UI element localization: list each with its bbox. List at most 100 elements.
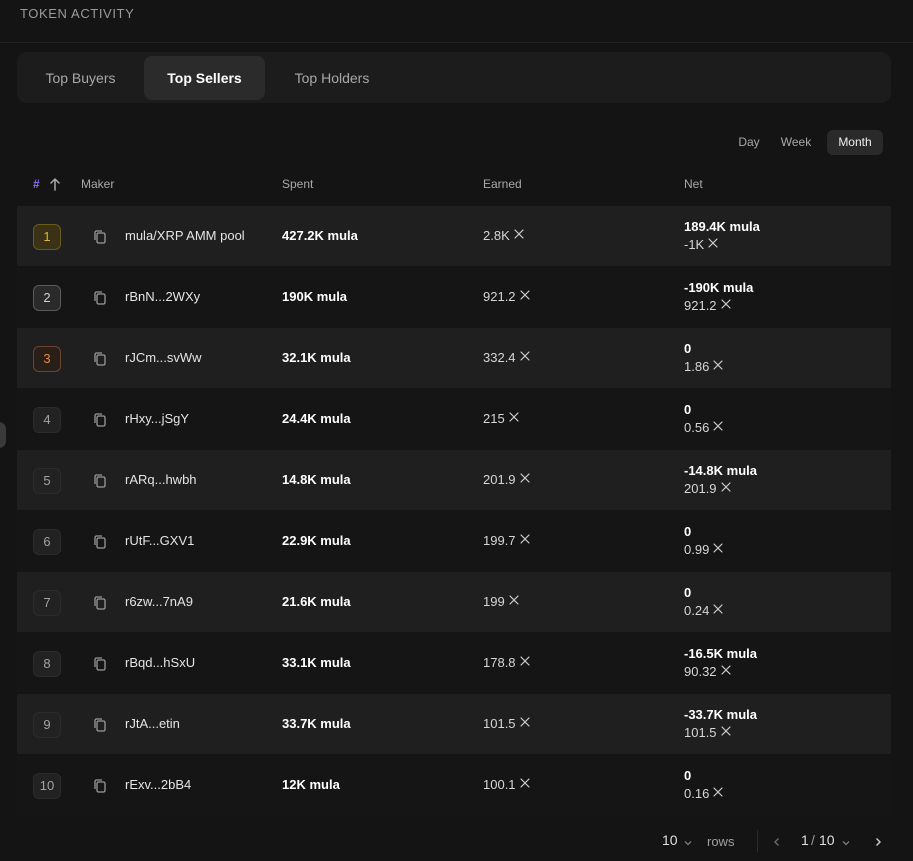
rank-badge: 7 xyxy=(33,590,61,616)
xrp-icon xyxy=(519,534,530,544)
header-divider xyxy=(0,42,913,43)
period-day[interactable]: Day xyxy=(731,130,767,155)
net-cell: -190K mula 921.2 xyxy=(684,279,753,315)
maker-address[interactable]: rARq...hwbh xyxy=(125,472,197,487)
copy-icon[interactable] xyxy=(93,229,107,245)
table-row[interactable]: 10 rExv...2bB4 12K mula 100.1 0 0.16 xyxy=(17,755,891,815)
table-row[interactable]: 3 rJCm...svWw 32.1K mula 332.4 0 1.86 xyxy=(17,328,891,388)
net-token-value: -33.7K mula xyxy=(684,707,757,722)
net-cell: 0 0.99 xyxy=(684,523,723,559)
tab-top-holders[interactable]: Top Holders xyxy=(271,56,393,100)
net-cell: 0 0.24 xyxy=(684,584,723,620)
spent-value: 32.1K mula xyxy=(282,350,351,365)
tab-bar: Top Buyers Top Sellers Top Holders xyxy=(17,52,891,103)
xrp-icon xyxy=(519,717,530,727)
net-xrp-value: 1.86 xyxy=(684,359,710,374)
copy-icon[interactable] xyxy=(93,717,107,733)
earned-value: 101.5 xyxy=(483,716,516,731)
table-row[interactable]: 5 rARq...hwbh 14.8K mula 201.9 -14.8K mula 20… xyxy=(17,450,891,510)
maker-address[interactable]: rBnN...2WXy xyxy=(125,289,200,304)
table-row[interactable]: 6 rUtF...GXV1 22.9K mula 199.7 0 0.99 xyxy=(17,511,891,571)
table-row[interactable]: 8 rBqd...hSxU 33.1K mula 178.8 -16.5K mula 90… xyxy=(17,633,891,693)
chevron-right-icon[interactable] xyxy=(873,837,883,847)
xrp-icon xyxy=(519,656,530,666)
table-row[interactable]: 2 rBnN...2WXy 190K mula 921.2 -190K mula 921.… xyxy=(17,267,891,327)
spent-value: 22.9K mula xyxy=(282,533,351,548)
maker-address[interactable]: rJtA...etin xyxy=(125,716,180,731)
copy-icon[interactable] xyxy=(93,290,107,306)
net-token-value: 0 xyxy=(684,585,692,600)
rows-label: rows xyxy=(707,834,735,849)
rank-badge: 8 xyxy=(33,651,61,677)
chevron-down-icon[interactable] xyxy=(683,838,693,848)
tab-top-sellers[interactable]: Top Sellers xyxy=(144,56,265,100)
copy-icon[interactable] xyxy=(93,595,107,611)
current-page[interactable]: 1 xyxy=(801,832,809,848)
spent-value: 33.1K mula xyxy=(282,655,351,670)
rank-badge: 2 xyxy=(33,285,61,311)
maker-address[interactable]: rHxy...jSgY xyxy=(125,411,189,426)
net-xrp-line: 90.32 xyxy=(684,663,757,681)
net-xrp-value: -1K xyxy=(684,237,705,252)
period-week[interactable]: Week xyxy=(773,130,819,155)
copy-icon[interactable] xyxy=(93,656,107,672)
earned-cell: 215 xyxy=(483,411,519,426)
maker-address[interactable]: rUtF...GXV1 xyxy=(125,533,194,548)
net-xrp-line: 0.16 xyxy=(684,785,723,803)
rank-header[interactable]: # xyxy=(33,177,40,191)
copy-icon[interactable] xyxy=(93,351,107,367)
xrp-icon xyxy=(713,787,723,797)
table-row[interactable]: 9 rJtA...etin 33.7K mula 101.5 -33.7K mula 10… xyxy=(17,694,891,754)
net-xrp-line: 1.86 xyxy=(684,358,723,376)
earned-cell: 100.1 xyxy=(483,777,530,792)
earned-header: Earned xyxy=(483,177,522,191)
arrow-up-icon[interactable] xyxy=(48,176,62,192)
earned-cell: 332.4 xyxy=(483,350,530,365)
spent-value: 190K mula xyxy=(282,289,348,304)
net-xrp-line: 0.24 xyxy=(684,602,723,620)
maker-address[interactable]: mula/XRP AMM pool xyxy=(125,228,245,243)
side-panel-handle[interactable] xyxy=(0,422,6,448)
net-xrp-value: 0.24 xyxy=(684,603,710,618)
xrp-icon xyxy=(509,595,519,605)
rank-badge: 1 xyxy=(33,224,61,250)
maker-address[interactable]: rBqd...hSxU xyxy=(125,655,195,670)
earned-cell: 2.8K xyxy=(483,228,524,243)
net-xrp-value: 90.32 xyxy=(684,664,717,679)
net-xrp-value: 101.5 xyxy=(684,725,717,740)
table-row[interactable]: 4 rHxy...jSgY 24.4K mula 215 0 0.56 xyxy=(17,389,891,449)
period-month[interactable]: Month xyxy=(827,130,883,155)
chevron-down-icon[interactable] xyxy=(841,838,851,848)
spent-header: Spent xyxy=(282,177,314,191)
table-row[interactable]: 1 mula/XRP AMM pool 427.2K mula 2.8K 189.4K … xyxy=(17,206,891,266)
spent-value: 24.4K mula xyxy=(282,411,351,426)
page-divider: / xyxy=(811,832,815,848)
spent-value: 33.7K mula xyxy=(282,716,351,731)
xrp-icon xyxy=(713,604,723,614)
chevron-left-icon[interactable] xyxy=(772,837,782,847)
spent-value: 12K mula xyxy=(282,777,340,792)
earned-value: 215 xyxy=(483,411,505,426)
page-size-select[interactable]: 10 xyxy=(662,832,678,848)
net-xrp-value: 921.2 xyxy=(684,298,717,313)
net-header: Net xyxy=(684,177,703,191)
tab-top-buyers[interactable]: Top Buyers xyxy=(23,56,138,100)
period-selector: Day Week Month xyxy=(731,130,891,156)
xrp-icon xyxy=(720,482,731,492)
table-row[interactable]: 7 r6zw...7nA9 21.6K mula 199 0 0.24 xyxy=(17,572,891,632)
earned-value: 2.8K xyxy=(483,228,510,243)
earned-cell: 201.9 xyxy=(483,472,530,487)
copy-icon[interactable] xyxy=(93,778,107,794)
rank-badge: 6 xyxy=(33,529,61,555)
maker-address[interactable]: r6zw...7nA9 xyxy=(125,594,193,609)
net-xrp-value: 0.16 xyxy=(684,786,710,801)
copy-icon[interactable] xyxy=(93,473,107,489)
maker-address[interactable]: rExv...2bB4 xyxy=(125,777,191,792)
maker-address[interactable]: rJCm...svWw xyxy=(125,350,202,365)
xrp-icon xyxy=(519,351,530,361)
net-token-value: 189.4K mula xyxy=(684,219,760,234)
copy-icon[interactable] xyxy=(93,412,107,428)
net-cell: 0 0.16 xyxy=(684,767,723,803)
token-activity-panel: TOKEN ACTIVITY Top Buyers Top Sellers To… xyxy=(0,0,913,861)
copy-icon[interactable] xyxy=(93,534,107,550)
